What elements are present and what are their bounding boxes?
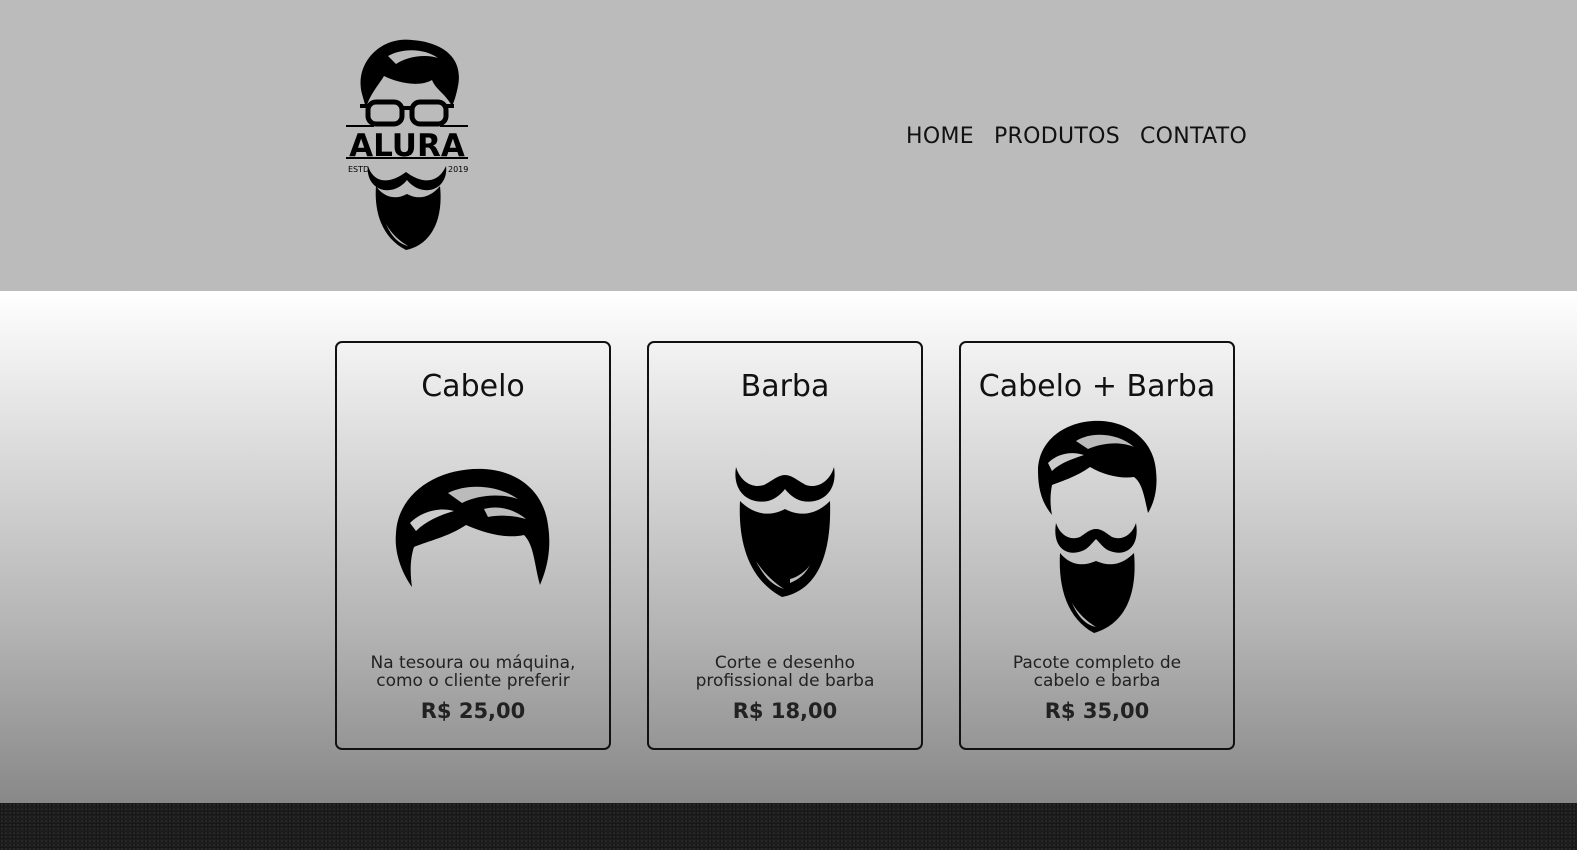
site-header: ALURA ESTD 2019 HOME PRODUTOS CONTATO [0, 0, 1577, 291]
description-line: como o cliente preferir [376, 671, 570, 691]
main-nav: HOME PRODUTOS CONTATO [906, 124, 1247, 149]
product-card-cabelo[interactable]: Cabelo Na tesoura ou máquina, como o cli… [335, 341, 611, 750]
nav-produtos-link[interactable]: PRODUTOS [994, 124, 1120, 149]
product-title: Barba [740, 369, 830, 404]
hair-and-beard-icon [1038, 420, 1157, 633]
logo-year-text: 2019 [448, 165, 468, 174]
product-price: R$ 25,00 [420, 699, 526, 723]
description-line: Na tesoura ou máquina, [370, 653, 576, 673]
description-line: Corte e desenho [714, 653, 856, 673]
products-section: Cabelo Na tesoura ou máquina, como o cli… [0, 291, 1577, 803]
product-description: Corte e desenho profissional de barba [649, 654, 921, 690]
site-footer [0, 803, 1577, 850]
product-title: Cabelo + Barba [978, 369, 1216, 404]
nav-contato-link[interactable]: CONTATO [1140, 124, 1247, 149]
description-line: profissional de barba [695, 671, 875, 691]
product-price: R$ 18,00 [732, 699, 838, 723]
logo-brand-text: ALURA [349, 128, 465, 164]
product-description: Na tesoura ou máquina, como o cliente pr… [337, 654, 609, 690]
product-title: Cabelo [421, 369, 525, 404]
bearded-man-logo-icon: ALURA ESTD 2019 [346, 39, 468, 250]
logo-estd-text: ESTD [348, 165, 369, 174]
product-price: R$ 35,00 [1044, 699, 1150, 723]
brand-logo[interactable]: ALURA ESTD 2019 [340, 34, 480, 256]
product-card-barba[interactable]: Barba Corte e desenho profissional de ba… [647, 341, 923, 750]
hair-icon [395, 468, 550, 587]
product-card-cabelo-barba[interactable]: Cabelo + Barba Pacote completo de cabelo… [959, 341, 1235, 750]
description-line: cabelo e barba [1033, 671, 1161, 691]
nav-home-link[interactable]: HOME [906, 124, 974, 149]
product-description: Pacote completo de cabelo e barba [961, 654, 1233, 690]
beard-icon [735, 467, 835, 597]
description-line: Pacote completo de [1012, 653, 1182, 673]
